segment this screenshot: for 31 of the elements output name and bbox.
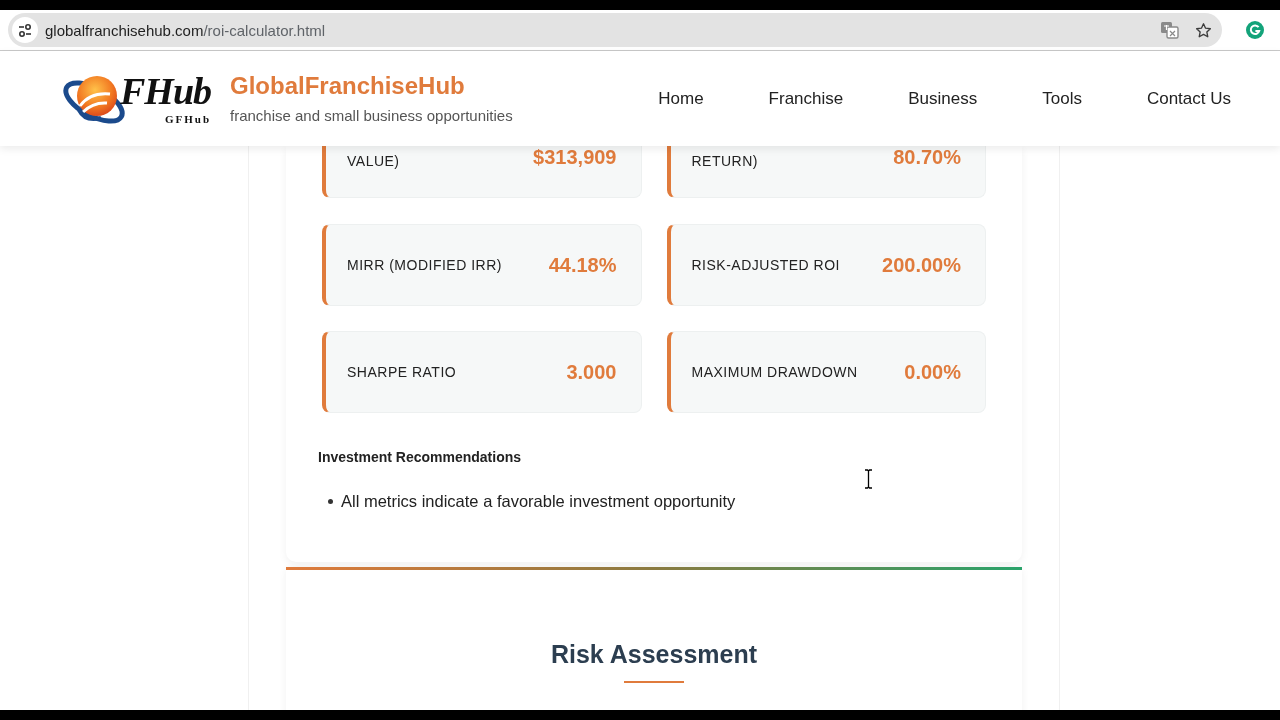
metric-label: VALUE)	[347, 152, 400, 169]
metric-label: RISK-ADJUSTED ROI	[691, 257, 840, 273]
nav-link[interactable]: Home	[658, 88, 704, 109]
nav-link[interactable]: Franchise	[768, 88, 844, 109]
translate-icon[interactable]	[1160, 21, 1179, 39]
address-bar[interactable]: globalfranchisehub.com/roi-calculator.html	[8, 13, 1222, 47]
metric-label: MIRR (MODIFIED IRR)	[347, 257, 502, 273]
nav-link[interactable]: Contact Us	[1146, 88, 1231, 109]
metric-label: RETURN)	[691, 152, 758, 169]
site-name: GlobalFranchiseHub	[230, 72, 466, 100]
metric-value: 44.18%	[548, 253, 617, 277]
metric-value: $313,909	[533, 146, 617, 169]
metric-label: SHARPE RATIO	[347, 364, 457, 380]
logo-caption: GFHub	[164, 112, 212, 126]
text-cursor-icon	[864, 469, 873, 489]
metric-value: 200.00%	[882, 253, 961, 277]
metric-value: 80.70%	[893, 146, 961, 169]
bullet-icon	[328, 498, 333, 504]
nav-link[interactable]: Business	[908, 88, 978, 109]
bookmark-star-icon[interactable]	[1195, 21, 1212, 39]
metric-value: 3.000	[566, 360, 617, 384]
logo-wordmark: FHub	[120, 71, 212, 110]
metric-value: 0.00%	[904, 360, 961, 384]
section-heading: Risk Assessment	[550, 639, 758, 669]
site-tagline: franchise and small business opportunities	[230, 107, 513, 125]
extension-icon[interactable]	[1246, 21, 1264, 39]
recommendation-text: All metrics indicate a favorable investment opportunity	[341, 491, 736, 511]
recommendations-heading: Investment Recommendations	[318, 449, 523, 466]
metric-label: MAXIMUM DRAWDOWN	[691, 364, 858, 380]
site-info-icon[interactable]	[12, 17, 38, 43]
nav-link[interactable]: Tools	[1042, 88, 1082, 109]
